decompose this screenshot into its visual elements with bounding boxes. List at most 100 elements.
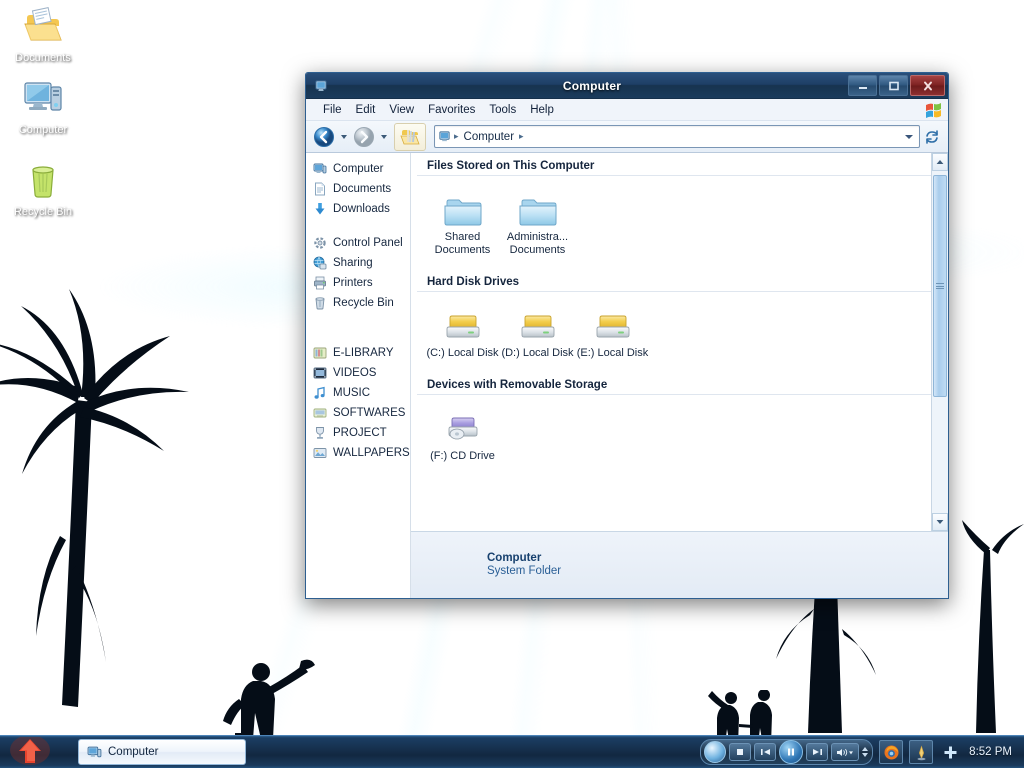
taskbar-button-computer[interactable]: Computer	[78, 739, 246, 765]
sidebar-item-computer[interactable]: Computer	[306, 159, 410, 179]
project-folder-icon	[312, 425, 328, 441]
taskbar-window-list[interactable]: Computer	[64, 739, 696, 765]
desktop[interactable]: Documents Computer Recycle Bin Computer …	[0, 0, 1024, 768]
media-previous-button[interactable]	[754, 743, 777, 761]
breadcrumb-separator-icon[interactable]: ▸	[518, 131, 525, 142]
explorer-window[interactable]: Computer File Edit View Favorites Tools …	[305, 72, 949, 599]
item-label: Administra... Documents	[506, 231, 569, 256]
navigation-sidebar[interactable]: Computer Documents Downloads Control Pan…	[306, 153, 411, 598]
sidebar-item-label: WALLPAPERS	[333, 447, 410, 459]
taskbar[interactable]: Computer 8:52 PM	[0, 735, 1024, 768]
media-player-toolbar[interactable]	[700, 739, 874, 765]
item-cd-drive-f[interactable]: (F:) CD Drive	[425, 405, 500, 469]
scroll-up-button[interactable]	[932, 153, 948, 171]
app-icon[interactable]	[909, 740, 934, 764]
views-button[interactable]	[394, 122, 426, 151]
network-icon[interactable]	[939, 741, 961, 763]
sidebar-item-label: VIDEOS	[333, 367, 377, 379]
media-next-button[interactable]	[806, 743, 829, 761]
sidebar-item-documents[interactable]: Documents	[306, 179, 410, 199]
folder-icon	[500, 188, 575, 228]
menu-bar[interactable]: File Edit View Favorites Tools Help	[306, 99, 948, 121]
wallpapers-folder-icon	[312, 445, 328, 461]
file-grid-removable-storage: (F:) CD Drive	[411, 395, 948, 475]
refresh-button[interactable]	[922, 126, 942, 147]
back-history-caret-icon[interactable]	[338, 125, 350, 149]
sidebar-item-music[interactable]: MUSIC	[306, 383, 410, 403]
address-computer-icon	[438, 130, 451, 143]
documents-icon	[312, 181, 328, 197]
computer-icon	[3, 78, 83, 122]
sharing-icon	[312, 255, 328, 271]
scrollbar-thumb[interactable]	[933, 175, 947, 397]
item-administrator-documents[interactable]: Administra... Documents	[500, 186, 575, 263]
sidebar-item-videos[interactable]: VIDEOS	[306, 363, 410, 383]
sidebar-item-label: E-LIBRARY	[333, 347, 394, 359]
sidebar-item-label: MUSIC	[333, 387, 371, 399]
item-local-disk-c[interactable]: (C:) Local Disk	[425, 302, 500, 366]
taskbar-clock[interactable]: 8:52 PM	[967, 746, 1020, 758]
menu-tools[interactable]: Tools	[482, 102, 523, 118]
sidebar-item-recycle-bin[interactable]: Recycle Bin	[306, 293, 410, 313]
item-local-disk-d[interactable]: (D:) Local Disk	[500, 302, 575, 366]
videos-folder-icon	[312, 365, 328, 381]
minimize-button[interactable]	[848, 75, 877, 96]
sidebar-item-e-library[interactable]: E-LIBRARY	[306, 343, 410, 363]
desktop-icon-label: Recycle Bin	[13, 206, 73, 218]
sidebar-item-control-panel[interactable]: Control Panel	[306, 233, 410, 253]
file-grid-hard-disk-drives: (C:) Local Disk (D:) Local Disk (E:) Loc…	[411, 292, 948, 372]
menu-help[interactable]: Help	[523, 102, 561, 118]
sidebar-item-sharing[interactable]: Sharing	[306, 253, 410, 273]
item-label: (D:) Local Disk	[501, 347, 574, 359]
close-button[interactable]	[910, 75, 945, 96]
menu-view[interactable]: View	[382, 102, 421, 118]
music-folder-icon	[312, 385, 328, 401]
sidebar-item-project[interactable]: PROJECT	[306, 423, 410, 443]
content-scroll-region[interactable]: Files Stored on This Computer Shared Doc…	[411, 153, 948, 531]
menu-favorites[interactable]: Favorites	[421, 102, 482, 118]
menu-edit[interactable]: Edit	[349, 102, 383, 118]
hard-drive-icon	[425, 304, 500, 344]
navigation-toolbar[interactable]: ▸ Computer ▸	[306, 121, 948, 153]
item-label: (F:) CD Drive	[430, 450, 495, 462]
media-pause-button[interactable]	[779, 740, 804, 764]
firefox-icon[interactable]	[879, 740, 904, 764]
item-label: (E:) Local Disk	[576, 347, 649, 359]
sidebar-item-downloads[interactable]: Downloads	[306, 199, 410, 219]
scrollbar-track[interactable]	[932, 171, 948, 513]
back-button[interactable]	[312, 125, 336, 149]
breadcrumb-computer[interactable]: Computer	[462, 131, 517, 143]
sidebar-item-label: Computer	[333, 163, 384, 175]
scroll-down-button[interactable]	[932, 513, 948, 531]
desktop-icon-documents[interactable]: Documents	[3, 6, 83, 65]
documents-folder-icon	[3, 6, 83, 50]
item-shared-documents[interactable]: Shared Documents	[425, 186, 500, 263]
forward-history-caret-icon[interactable]	[378, 125, 390, 149]
media-stop-button[interactable]	[729, 743, 752, 761]
sidebar-item-wallpapers[interactable]: WALLPAPERS	[306, 443, 410, 463]
menu-file[interactable]: File	[316, 102, 349, 118]
sidebar-item-softwares[interactable]: SOFTWARES	[306, 403, 410, 423]
system-tray[interactable]: 8:52 PM	[700, 739, 1020, 765]
sidebar-item-printers[interactable]: Printers	[306, 273, 410, 293]
desktop-icon-recycle-bin[interactable]: Recycle Bin	[3, 160, 83, 219]
scrollbar-grip-icon	[936, 282, 944, 291]
address-bar[interactable]: ▸ Computer ▸	[434, 125, 920, 148]
window-title: Computer	[562, 78, 622, 93]
start-button[interactable]	[0, 736, 60, 768]
media-player-logo-icon[interactable]	[704, 741, 727, 763]
media-volume-button[interactable]	[831, 743, 860, 761]
recycle-bin-icon	[3, 160, 83, 204]
content-pane[interactable]: Files Stored on This Computer Shared Doc…	[411, 153, 948, 598]
computer-small-icon	[87, 745, 102, 760]
forward-button[interactable]	[352, 125, 376, 149]
desktop-icon-computer[interactable]: Computer	[3, 78, 83, 137]
vertical-scrollbar[interactable]	[931, 153, 948, 531]
media-resize-handle[interactable]	[862, 747, 869, 757]
address-dropdown-caret-icon[interactable]	[902, 134, 916, 139]
window-titlebar[interactable]: Computer	[306, 73, 948, 99]
section-heading-hard-disk-drives: Hard Disk Drives	[417, 269, 944, 292]
maximize-button[interactable]	[879, 75, 908, 96]
section-heading-files-stored: Files Stored on This Computer	[417, 153, 944, 176]
item-local-disk-e[interactable]: (E:) Local Disk	[575, 302, 650, 366]
